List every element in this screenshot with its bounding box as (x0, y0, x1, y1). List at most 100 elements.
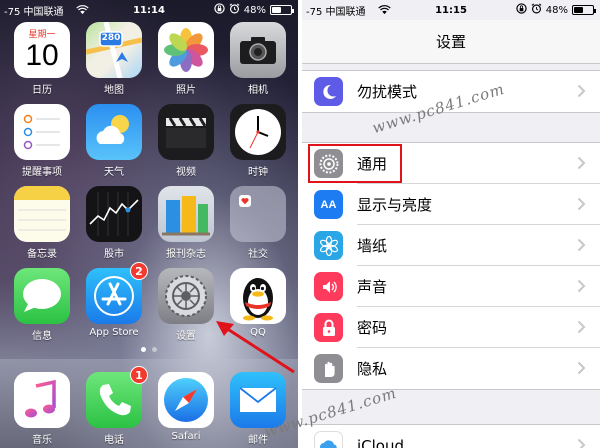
app-calendar[interactable]: 星期一 10 日历 (14, 22, 70, 96)
row-label: 隐私 (357, 360, 388, 378)
row-label: 声音 (357, 278, 388, 296)
message-bubble-icon (14, 268, 70, 324)
app-label: 设置 (176, 331, 196, 342)
app-weather[interactable]: 天气 (86, 104, 142, 178)
highlight-box (308, 144, 402, 183)
cloud-icon (314, 431, 343, 448)
settings-row-wallpaper[interactable]: 墙纸 (302, 225, 600, 266)
nav-bar: 设置 (302, 20, 600, 64)
page-title: 设置 (435, 33, 466, 51)
wifi-icon (76, 5, 89, 15)
compass-icon (158, 372, 214, 428)
settings-group: iCloud (302, 424, 600, 448)
phone-badge: 1 (130, 366, 148, 384)
app-label: 信息 (32, 331, 52, 342)
music-note-icon (14, 372, 70, 428)
app-folder-social[interactable]: 社交 (230, 186, 286, 260)
app-messages[interactable]: 信息 (14, 268, 70, 342)
battery-percent: 48% (243, 4, 266, 16)
settings-row-display[interactable]: AA 显示与亮度 (302, 184, 600, 225)
battery-percent: 48% (545, 4, 568, 16)
settings-row-privacy[interactable]: 隐私 (302, 348, 600, 389)
row-label: iCloud (357, 436, 405, 448)
app-stocks[interactable]: 股市 (86, 186, 142, 260)
settings-row-sounds[interactable]: 声音 (302, 266, 600, 307)
clock-icon (230, 104, 286, 160)
wifi-icon (378, 5, 391, 15)
row-label: 显示与亮度 (357, 196, 433, 214)
page-dot (152, 347, 157, 352)
battery-icon (572, 5, 596, 15)
rotation-lock-icon (516, 3, 527, 17)
app-label: 股市 (104, 249, 124, 260)
lock-icon (314, 313, 343, 342)
photos-icon (158, 22, 214, 78)
app-photos[interactable]: 照片 (158, 22, 214, 96)
text-size-icon: AA (314, 190, 343, 219)
appstore-badge: 2 (130, 262, 148, 280)
stocks-icon (86, 186, 142, 242)
camera-icon (230, 22, 286, 78)
chevron-right-icon (577, 320, 586, 334)
app-label: 相机 (248, 85, 268, 96)
newsstand-icon (158, 186, 214, 242)
dock-app-safari[interactable]: Safari (158, 372, 214, 442)
row-label: 墙纸 (357, 237, 388, 255)
settings-screen: -75 中国联通 11:15 48% 设置 勿扰模式 通用 AA 显示与亮度 墙… (302, 0, 600, 448)
chevron-right-icon (577, 438, 586, 448)
app-label: 视频 (176, 167, 196, 178)
notes-icon (14, 186, 70, 242)
rotation-lock-icon (214, 3, 225, 17)
gear-icon (158, 268, 214, 324)
chevron-right-icon (577, 279, 586, 293)
app-reminders[interactable]: 提醒事项 (14, 104, 70, 178)
settings-row-icloud[interactable]: iCloud (302, 425, 600, 448)
chevron-right-icon (577, 197, 586, 211)
calendar-day: 10 (25, 39, 59, 72)
app-label: 提醒事项 (22, 167, 62, 178)
app-label: Safari (171, 431, 201, 442)
app-label: 照片 (176, 85, 196, 96)
reminders-icon (14, 104, 70, 160)
alarm-icon (229, 3, 240, 17)
app-label: 社交 (248, 249, 268, 260)
app-label: App Store (89, 327, 139, 338)
page-dot (141, 347, 146, 352)
folder-icon (230, 186, 286, 242)
chevron-right-icon (577, 84, 586, 98)
row-label: 勿扰模式 (357, 83, 418, 101)
app-label: 备忘录 (27, 249, 57, 260)
home-screen: -75 中国联通 11:14 48% 星期一 10 日历 280 地图 照片 相… (0, 0, 298, 448)
app-maps[interactable]: 280 地图 (86, 22, 142, 96)
app-settings[interactable]: 设置 (158, 268, 214, 342)
app-videos[interactable]: 视频 (158, 104, 214, 178)
row-label: 密码 (357, 319, 388, 337)
alarm-icon (531, 3, 542, 17)
chevron-right-icon (577, 361, 586, 375)
app-notes[interactable]: 备忘录 (14, 186, 70, 260)
dock-app-music[interactable]: 音乐 (14, 372, 70, 446)
flower-icon (314, 231, 343, 260)
app-label: 音乐 (32, 435, 52, 446)
battery-icon (270, 5, 294, 15)
weather-icon (86, 104, 142, 160)
status-right: 48% (516, 0, 596, 20)
chevron-right-icon (577, 238, 586, 252)
hand-icon (314, 354, 343, 383)
app-newsstand[interactable]: 报刊杂志 (158, 186, 214, 260)
app-clock[interactable]: 时钟 (230, 104, 286, 178)
app-appstore[interactable]: 2 App Store (86, 262, 148, 338)
speaker-icon (314, 272, 343, 301)
maps-icon: 280 (86, 22, 142, 78)
app-label: 地图 (104, 85, 124, 96)
chevron-right-icon (577, 156, 586, 170)
app-label: 时钟 (248, 167, 268, 178)
dock-app-phone[interactable]: 1 电话 (86, 366, 148, 446)
app-label: 日历 (32, 85, 52, 96)
app-camera[interactable]: 相机 (230, 22, 286, 96)
settings-row-passcode[interactable]: 密码 (302, 307, 600, 348)
red-arrow-icon (216, 321, 295, 374)
app-label: 报刊杂志 (166, 249, 206, 260)
clapperboard-icon (158, 104, 214, 160)
maps-sign-number: 280 (101, 33, 121, 43)
